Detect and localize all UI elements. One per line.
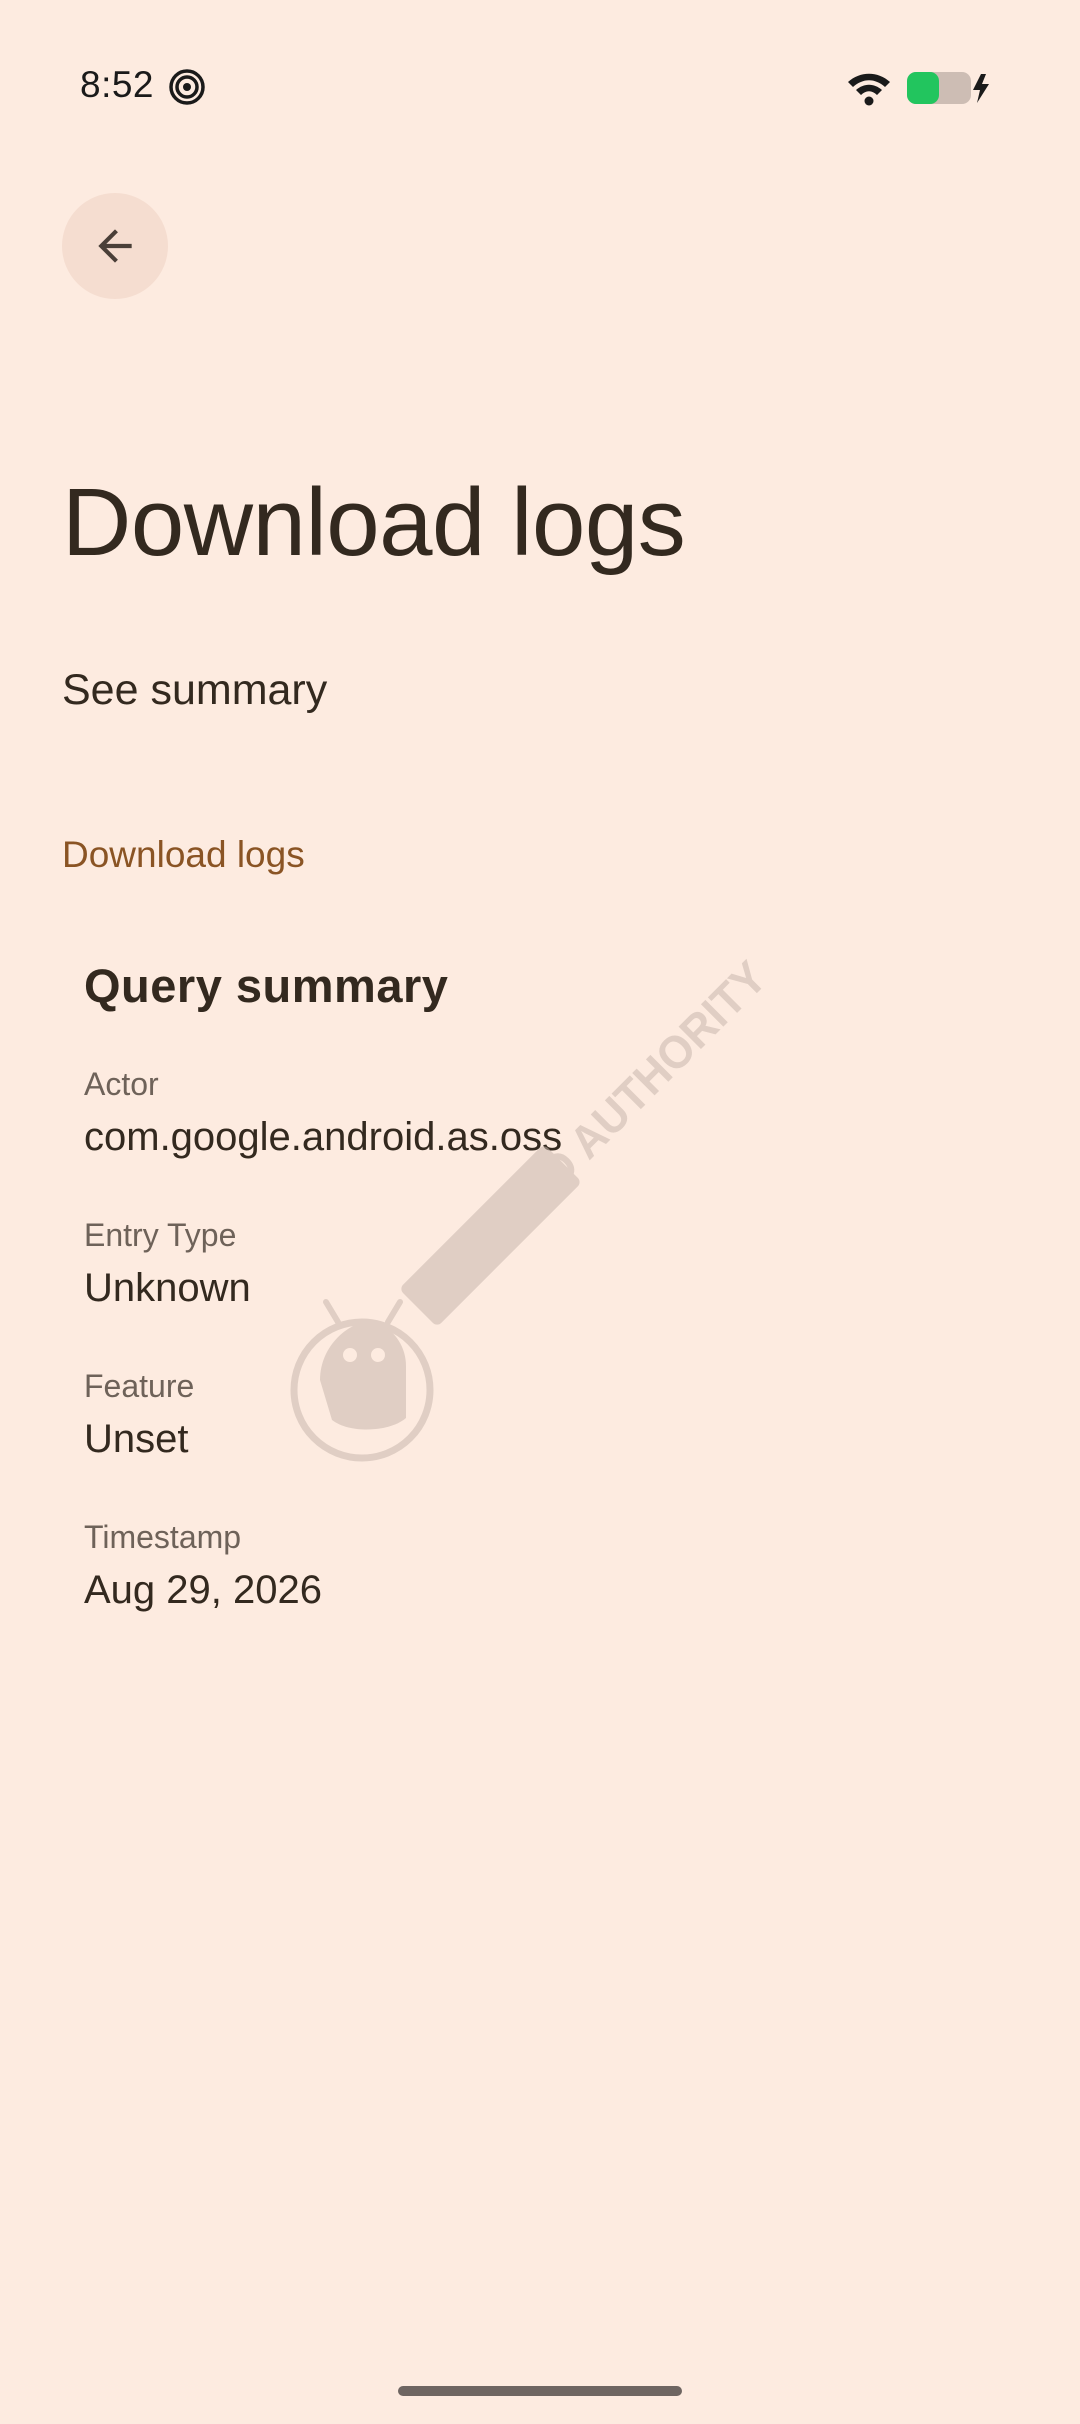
summary-field-actor: Actor com.google.android.as.oss xyxy=(84,1066,562,1160)
status-bar: 8:52 xyxy=(0,0,1080,180)
summary-heading: Query summary xyxy=(84,959,449,1012)
summary-field-feature: Feature Unset xyxy=(84,1368,194,1462)
field-label: Timestamp xyxy=(84,1519,242,1555)
battery-charging-icon xyxy=(907,72,989,104)
summary-field-entry-type: Entry Type Unknown xyxy=(84,1217,251,1311)
field-label: Actor xyxy=(84,1066,159,1102)
watermark-logo: ANDROID AUTHORITY xyxy=(290,951,776,1462)
field-value: Unknown xyxy=(84,1266,251,1310)
swirl-icon xyxy=(169,69,205,105)
download-logs-link[interactable]: Download logs xyxy=(62,834,305,876)
field-value: Unset xyxy=(84,1417,189,1461)
status-time: 8:52 xyxy=(80,64,155,105)
summary-field-timestamp: Timestamp Aug 29, 2026 xyxy=(84,1519,322,1613)
watermark-robot-icon xyxy=(290,1299,434,1462)
wifi-icon xyxy=(848,73,890,106)
page-title: Download logs xyxy=(62,469,686,576)
field-label: Feature xyxy=(84,1368,195,1404)
home-indicator[interactable] xyxy=(398,2386,682,2396)
back-button[interactable] xyxy=(62,193,168,299)
field-value: Aug 29, 2026 xyxy=(84,1568,322,1612)
arrow-back-icon xyxy=(98,229,132,263)
field-value: com.google.android.as.oss xyxy=(84,1115,563,1159)
field-label: Entry Type xyxy=(84,1217,237,1253)
see-summary-item[interactable]: See summary xyxy=(62,666,327,715)
